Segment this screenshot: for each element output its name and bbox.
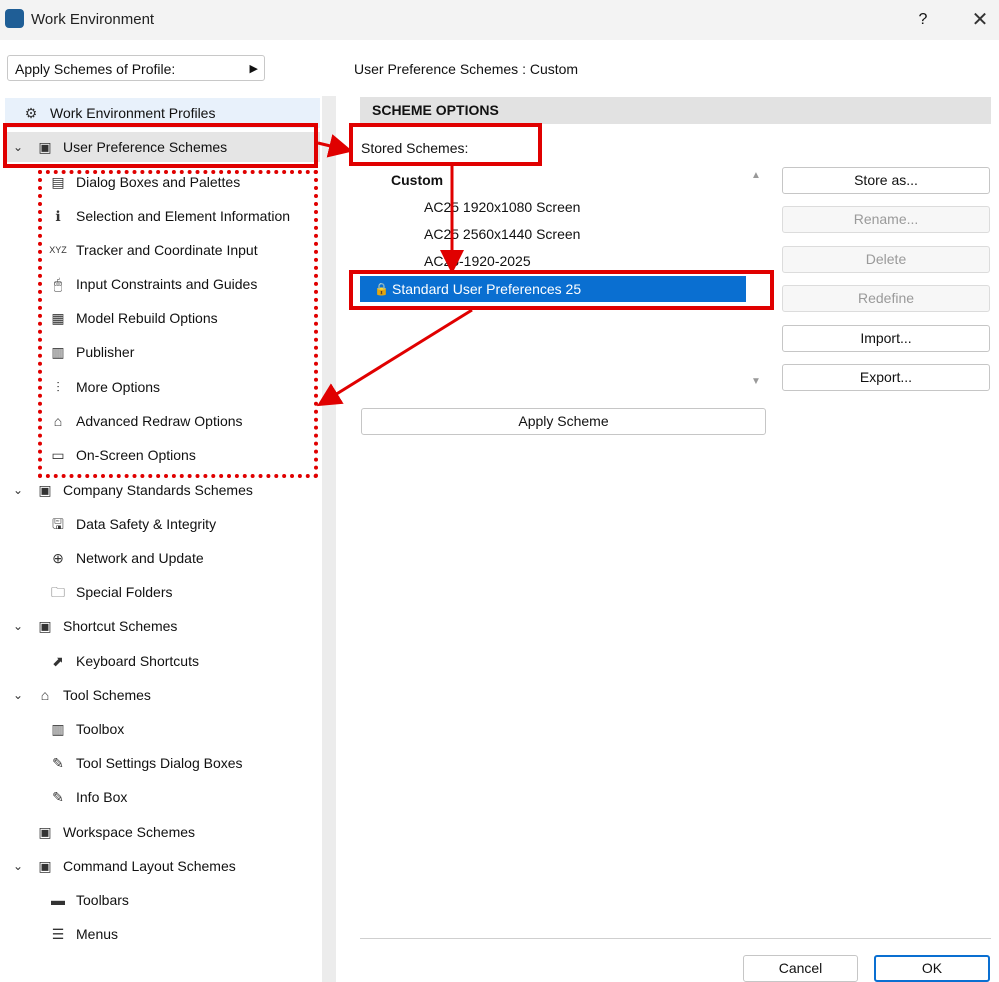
apply-profile-dropdown[interactable]: Apply Schemes of Profile: ▶ [7,55,265,81]
chevron-right-icon: ▶ [249,63,258,75]
scheme-header-label: User Preference Schemes : Custom [354,61,579,77]
folder-icon: 🗀 [51,584,65,600]
cancel-button[interactable]: Cancel [743,955,858,982]
scroll-up-arrow-icon[interactable]: ▲ [751,170,761,181]
app-logo-icon [5,9,24,28]
import-button[interactable]: Import... [782,325,990,352]
ok-button[interactable]: OK [874,955,990,982]
close-button[interactable]: ✕ [966,6,994,34]
tree-item-command-layout[interactable]: ⌄ ▣ Command Layout Schemes [5,851,320,881]
data-safety-icon: 🖫 [52,516,64,532]
tree-item-keyboard-shortcuts[interactable]: ⬈ Keyboard Shortcuts [5,646,320,676]
list-item-scheme-1[interactable]: AC25 1920x1080 Screen [424,194,724,220]
shortcut-arrow-icon: ⬈ [52,653,64,669]
list-item-scheme-2[interactable]: AC25 2560x1440 Screen [424,221,724,247]
scheme-options-header: SCHEME OPTIONS [360,97,991,124]
toolbar-icon: ▬ [51,892,65,908]
apply-scheme-button[interactable]: Apply Scheme [361,408,766,435]
annotation-box-user-preference [3,123,318,168]
tree-item-info-box[interactable]: ✎ Info Box [5,782,320,812]
menu-icon: ☰ [51,926,65,942]
chevron-down-icon: ⌄ [13,859,24,873]
export-button[interactable]: Export... [782,364,990,391]
tree-item-toolbars[interactable]: ▬ Toolbars [5,885,320,915]
shortcut-scheme-icon: ▣ [38,618,52,634]
chevron-down-icon: ⌄ [13,688,24,702]
company-standards-icon: ▣ [38,482,52,498]
workspace-icon: ▣ [38,824,52,840]
title-bar: Work Environment ? ✕ [0,0,999,40]
tree-item-company-standards[interactable]: ⌄ ▣ Company Standards Schemes [5,475,320,505]
tree-item-menus[interactable]: ☰ Menus [5,919,320,949]
tool-settings-icon: ✎ [52,755,64,771]
delete-button[interactable]: Delete [782,246,990,273]
toolbox-icon: ▥ [51,721,65,737]
tree-item-workspace-schemes[interactable]: ▣ Workspace Schemes [5,817,320,847]
rename-button[interactable]: Rename... [782,206,990,233]
footer-divider [360,938,991,939]
store-as-button[interactable]: Store as... [782,167,990,194]
help-button[interactable]: ? [912,8,934,32]
tree-item-tool-settings[interactable]: ✎ Tool Settings Dialog Boxes [5,748,320,778]
command-layout-icon: ▣ [38,858,52,874]
annotation-dotted-box-children [38,170,318,478]
chevron-down-icon: ⌄ [13,619,24,633]
tree-item-data-safety[interactable]: 🖫 Data Safety & Integrity [5,509,320,539]
tree-item-toolbox[interactable]: ▥ Toolbox [5,714,320,744]
globe-icon: ⊕ [52,550,64,566]
annotation-box-stored-schemes [349,123,542,166]
panel-splitter[interactable] [322,96,336,982]
profile-icon: ⚙ [24,105,38,121]
chevron-down-icon: ⌄ [13,483,24,497]
list-group-custom: Custom [391,172,444,188]
tool-scheme-icon: ⌂ [40,687,50,703]
apply-profile-label: Apply Schemes of Profile: [15,61,176,77]
window-title: Work Environment [31,11,155,28]
tree-item-special-folders[interactable]: 🗀 Special Folders [5,577,320,607]
redefine-button[interactable]: Redefine [782,285,990,312]
tree-item-shortcut-schemes[interactable]: ⌄ ▣ Shortcut Schemes [5,611,320,641]
scroll-down-arrow-icon[interactable]: ▼ [751,376,761,387]
tree-item-network-update[interactable]: ⊕ Network and Update [5,543,320,573]
annotation-box-selected-scheme [349,270,774,310]
tree-item-tool-schemes[interactable]: ⌄ ⌂ Tool Schemes [5,680,320,710]
info-box-icon: ✎ [52,789,64,805]
